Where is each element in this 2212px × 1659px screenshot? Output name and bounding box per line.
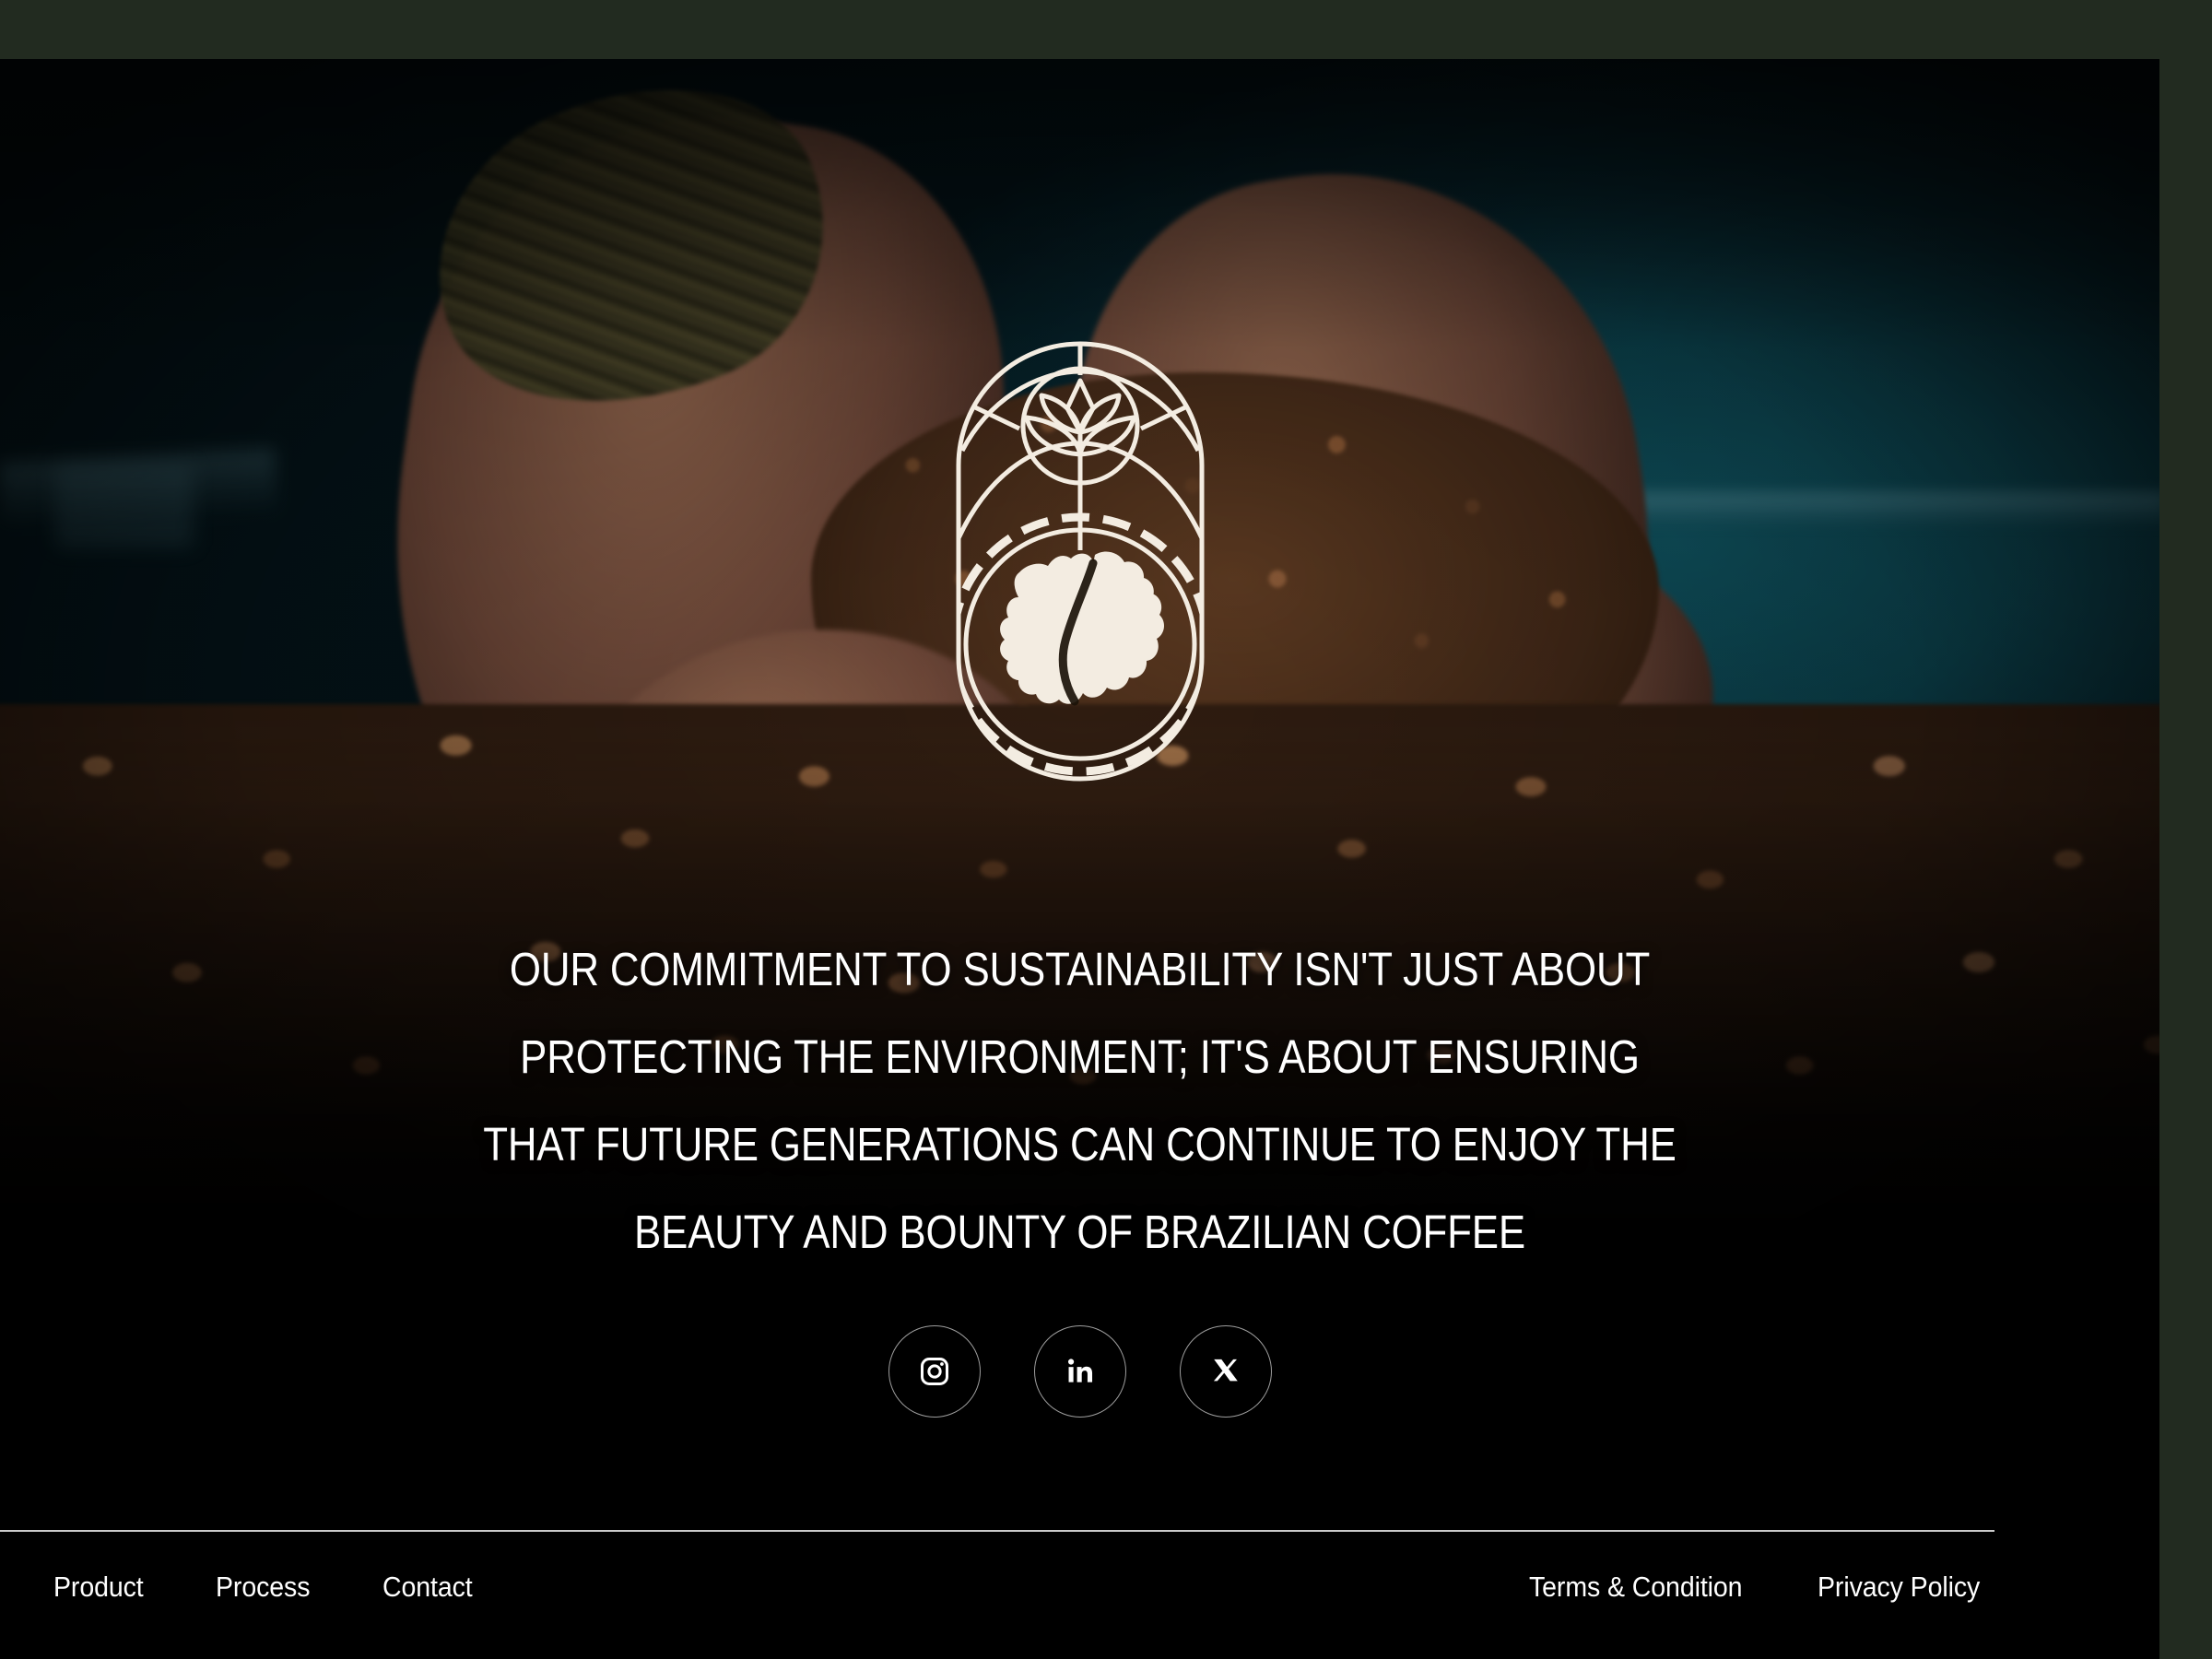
page-root: OUR COMMITMENT TO SUSTAINABILITY ISN'T J… <box>0 0 2212 1659</box>
hero-content: OUR COMMITMENT TO SUSTAINABILITY ISN'T J… <box>0 59 2159 1659</box>
footer-link-process[interactable]: Process <box>216 1571 310 1604</box>
instagram-icon <box>920 1358 948 1385</box>
footer-nav-links: Product Process Contact <box>53 1571 481 1604</box>
footer-link-privacy-policy[interactable]: Privacy Policy <box>1818 1571 1980 1604</box>
top-frame-band <box>0 0 2212 59</box>
hero-footer-panel: OUR COMMITMENT TO SUSTAINABILITY ISN'T J… <box>0 59 2159 1659</box>
social-links <box>0 1325 2159 1418</box>
footer-link-product[interactable]: Product <box>53 1571 144 1604</box>
footer-divider <box>0 1530 1994 1532</box>
footer-link-terms-and-condition[interactable]: Terms & Condition <box>1529 1571 1743 1604</box>
x-twitter-icon <box>1213 1359 1238 1382</box>
social-link-linkedin[interactable] <box>1033 1325 1126 1418</box>
social-link-instagram[interactable] <box>888 1325 981 1418</box>
social-link-x[interactable] <box>1179 1325 1272 1418</box>
linkedin-icon <box>1067 1359 1092 1382</box>
footer-legal-links: Terms & Condition Privacy Policy <box>1529 1571 1994 1604</box>
right-frame-band <box>2159 0 2212 1659</box>
footer: Product Process Contact Terms & Conditio… <box>0 1571 2159 1653</box>
brazilian-coffee-emblem-icon <box>956 341 1204 782</box>
sustainability-headline: OUR COMMITMENT TO SUSTAINABILITY ISN'T J… <box>483 943 1677 1258</box>
footer-link-contact[interactable]: Contact <box>382 1571 473 1604</box>
brand-logo <box>0 340 2159 782</box>
